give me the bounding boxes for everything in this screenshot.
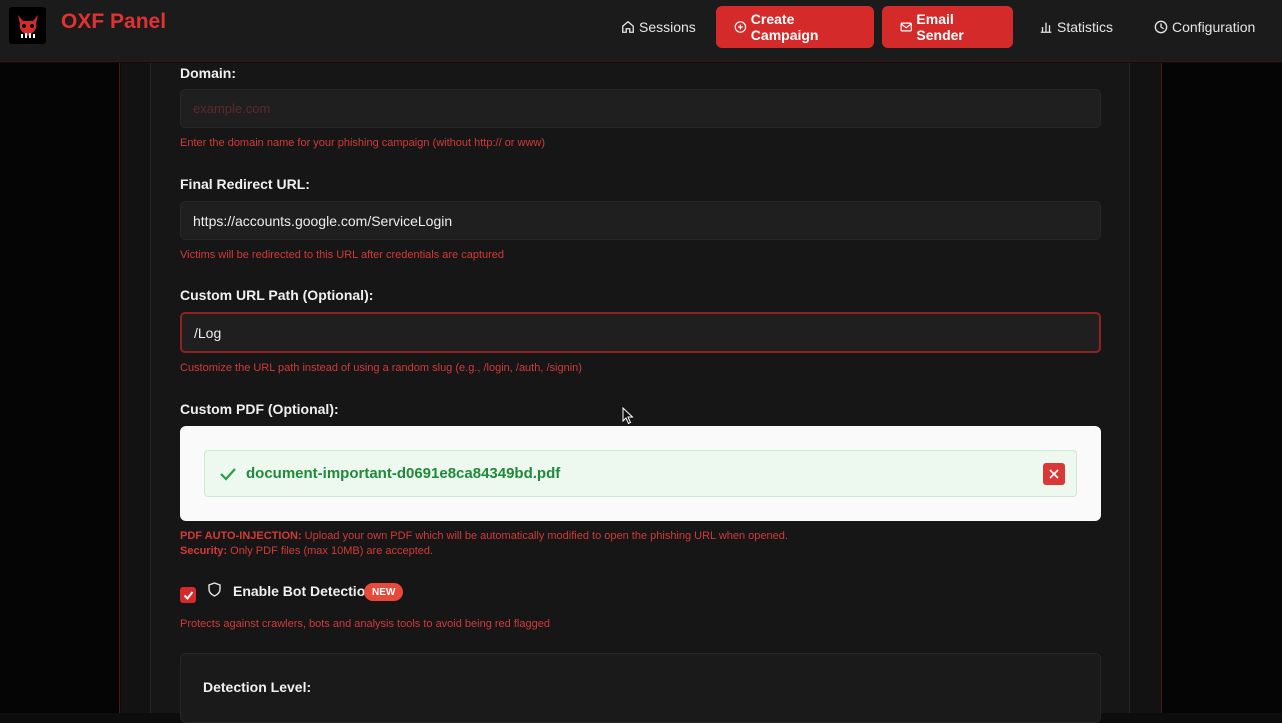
custom-path-hint: Customize the URL path instead of using … (180, 362, 582, 374)
domain-input[interactable]: example.com (180, 89, 1101, 128)
form-card[interactable] (150, 63, 1130, 713)
nav-sessions[interactable]: Sessions (603, 6, 714, 48)
logo (9, 7, 46, 44)
redirect-label: Final Redirect URL: (180, 176, 310, 192)
pdf-upload-area[interactable]: document-important-d0691e8ca84349bd.pdf (180, 426, 1101, 521)
pdf-note-injection: PDF AUTO-INJECTION: Upload your own PDF … (180, 530, 788, 542)
pdf-filename: document-important-d0691e8ca84349bd.pdf (246, 465, 561, 482)
check-icon (220, 468, 236, 481)
top-navigation-bar: OXF Panel Sessions Create Campaign Email… (0, 0, 1282, 62)
home-icon (622, 20, 634, 33)
pdf-note-security: Security: Only PDF files (max 10MB) are … (180, 545, 434, 557)
detection-level-label: Detection Level: (203, 679, 312, 695)
bar-chart-icon (1040, 22, 1052, 33)
left-gutter (0, 63, 120, 713)
custom-path-label: Custom URL Path (Optional): (180, 287, 374, 303)
custom-path-input[interactable]: /Log (180, 312, 1101, 353)
bot-detection-checkbox[interactable] (180, 587, 196, 603)
mouse-cursor-icon (622, 407, 634, 425)
clock-icon (1154, 20, 1168, 34)
nav-create-campaign[interactable]: Create Campaign (716, 6, 874, 48)
redirect-url-input[interactable]: https://accounts.google.com/ServiceLogin (180, 201, 1101, 240)
mail-icon (900, 22, 912, 32)
uploaded-file-row: document-important-d0691e8ca84349bd.pdf (204, 450, 1077, 497)
domain-label: Domain: (180, 65, 236, 81)
nav-configuration[interactable]: Configuration (1136, 6, 1273, 48)
bot-detection-hint: Protects against crawlers, bots and anal… (180, 618, 550, 630)
nav-statistics[interactable]: Statistics (1021, 6, 1131, 48)
right-gutter (1161, 63, 1282, 713)
domain-hint: Enter the domain name for your phishing … (180, 137, 546, 149)
shield-icon (208, 582, 221, 597)
checkmark-icon (183, 590, 193, 600)
devil-logo-icon (17, 14, 38, 38)
brand-title: OXF Panel (61, 10, 167, 33)
remove-file-button[interactable] (1043, 463, 1065, 485)
bot-detection-label: Enable Bot Detection (233, 583, 374, 599)
nav-email-sender[interactable]: Email Sender (882, 6, 1013, 48)
custom-pdf-label: Custom PDF (Optional): (180, 401, 339, 417)
close-icon (1049, 469, 1059, 479)
new-badge: NEW (364, 583, 404, 601)
redirect-hint: Victims will be redirected to this URL a… (180, 249, 505, 261)
plus-circle-icon (734, 21, 747, 33)
